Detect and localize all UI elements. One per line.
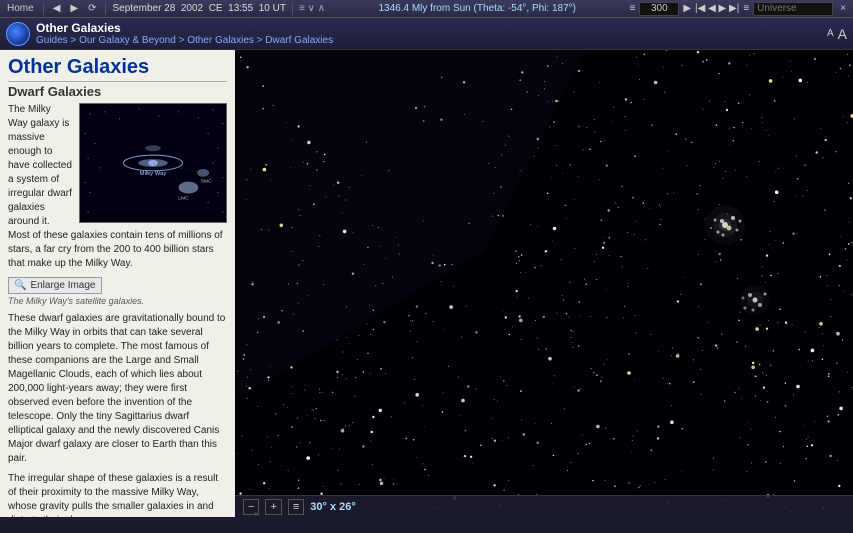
svg-text:SMC: SMC (201, 179, 212, 185)
zoom-level-display: 30° x 26° (310, 501, 356, 513)
app-logo (6, 22, 30, 46)
search-clear-button[interactable]: × (837, 2, 849, 15)
breadcrumb: Guides > Our Galaxy & Beyond > Other Gal… (36, 35, 333, 46)
bottom-bar: − + ≡ 30° x 26° (235, 495, 853, 517)
font-large-button[interactable]: A (838, 26, 847, 42)
main-area: Other Galaxies Dwarf Galaxies (0, 50, 853, 517)
page-title: Other Galaxies (8, 56, 227, 82)
enlarge-button[interactable]: 🔍 Enlarge Image (8, 277, 102, 294)
refresh-button[interactable]: ⟳ (85, 2, 99, 15)
separator2 (105, 3, 106, 15)
date-display: September 28 2002 CE 13:55 10 UT (112, 3, 286, 14)
separator (43, 3, 44, 15)
page-subtitle: Dwarf Galaxies (8, 84, 227, 99)
zoom-in-button[interactable]: + (265, 499, 281, 515)
separator3 (292, 3, 293, 15)
left-panel: Other Galaxies Dwarf Galaxies (0, 50, 235, 517)
toolbar-right: ≡ ▶ |◀ ◀ ▶ ▶| ≡ × (629, 2, 849, 16)
home-button[interactable]: Home (4, 2, 37, 15)
para-3: The irregular shape of these galaxies is… (8, 472, 227, 517)
nav-title: Other Galaxies (36, 21, 333, 35)
star-field-panel[interactable]: − + ≡ 30° x 26° (235, 50, 853, 517)
forward-button[interactable]: ▶ (67, 2, 81, 15)
location-display: 1346.4 Mly from Sun (Theta: -54°, Phi: 1… (329, 3, 625, 14)
zoom-fit-button[interactable]: ≡ (288, 499, 304, 515)
para-2: These dwarf galaxies are gravitationally… (8, 312, 227, 466)
starfield-svg (235, 50, 853, 517)
galaxy-image: Milky Way LMC SMC (79, 103, 227, 223)
enlarge-icon: 🔍 (14, 280, 26, 291)
svg-text:Milky Way: Milky Way (140, 171, 167, 177)
svg-text:LMC: LMC (178, 195, 189, 201)
main-toolbar: Home ◀ ▶ ⟳ September 28 2002 CE 13:55 10… (0, 0, 853, 18)
zoom-out-button[interactable]: − (243, 499, 259, 515)
nav-header: Other Galaxies Guides > Our Galaxy & Bey… (0, 18, 853, 50)
search-input[interactable] (753, 2, 833, 16)
back-button[interactable]: ◀ (50, 2, 64, 15)
font-small-button[interactable]: A (827, 26, 834, 42)
zoom-input[interactable] (639, 2, 679, 16)
font-size-controls: A A (827, 26, 847, 42)
nav-title-block: Other Galaxies Guides > Our Galaxy & Bey… (36, 21, 333, 46)
image-caption: The Milky Way's satellite galaxies. (8, 296, 227, 306)
